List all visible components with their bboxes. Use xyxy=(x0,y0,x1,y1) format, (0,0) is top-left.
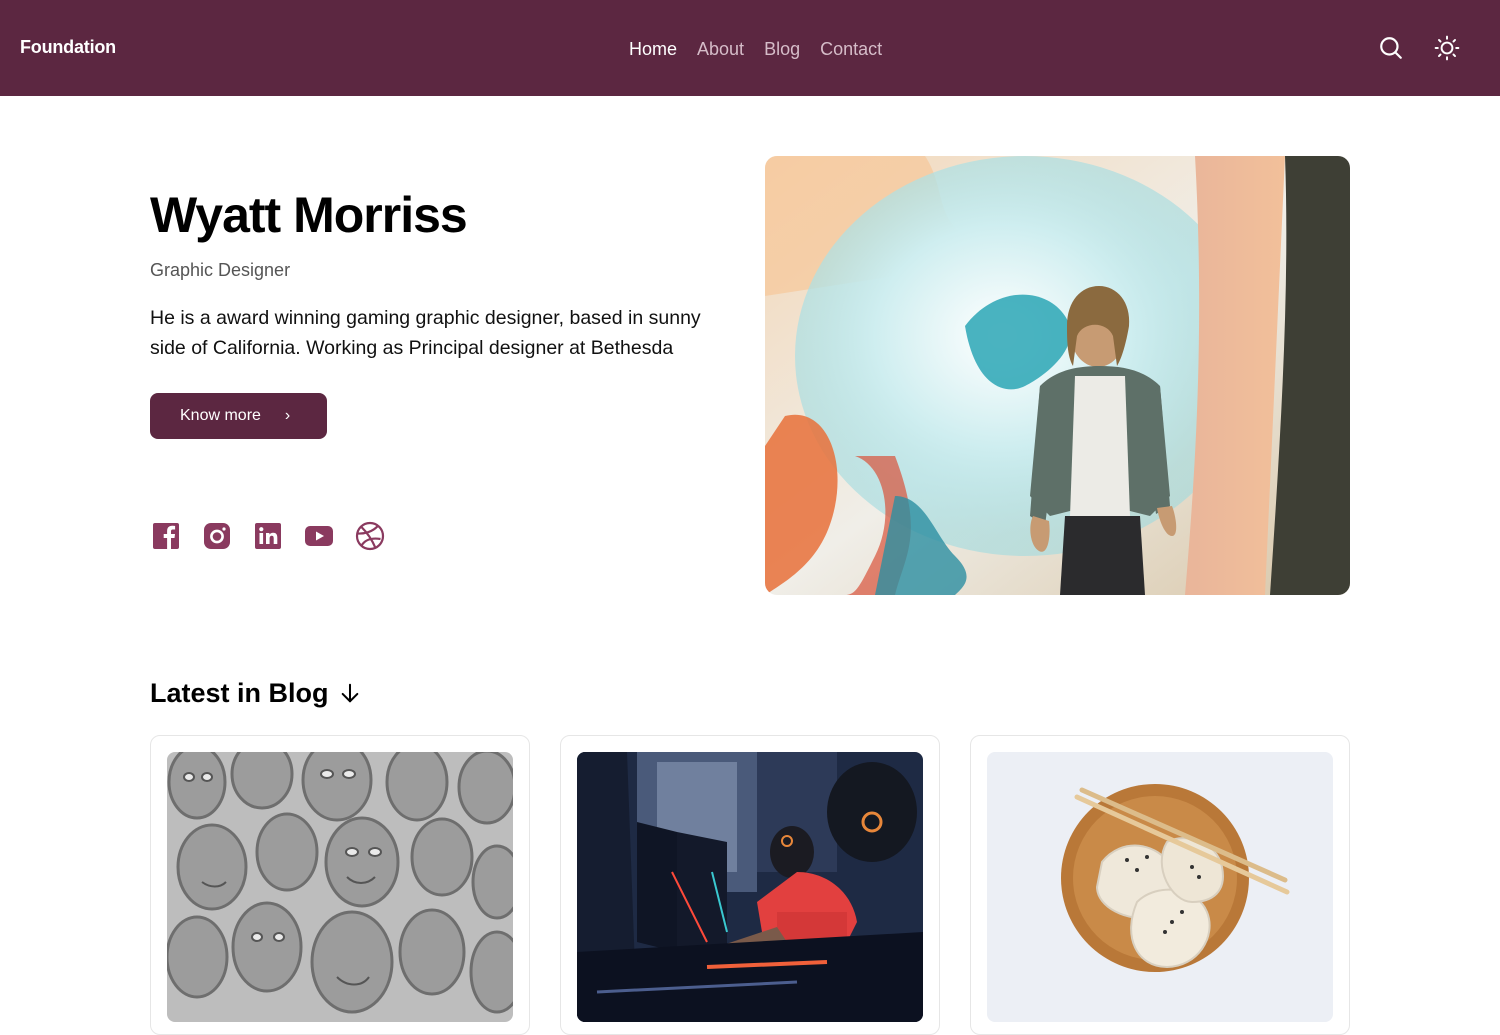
sun-icon[interactable] xyxy=(1433,34,1461,62)
site-header: Foundation Home About Blog Contact xyxy=(0,0,1500,96)
hero-name: Wyatt Morriss xyxy=(150,187,468,243)
hero-role: Graphic Designer xyxy=(150,260,291,280)
facebook-icon[interactable] xyxy=(150,519,182,553)
blog-card-image xyxy=(167,752,513,1022)
know-more-label: Know more xyxy=(180,407,261,424)
social-links xyxy=(150,519,386,553)
blog-heading: Latest in Blog xyxy=(150,676,361,710)
linkedin-icon[interactable] xyxy=(252,519,284,553)
blog-card[interactable] xyxy=(970,735,1350,1035)
blog-heading-text: Latest in Blog xyxy=(150,678,329,708)
blog-card[interactable] xyxy=(150,735,530,1035)
know-more-button[interactable]: Know more › xyxy=(150,393,327,439)
nav-contact[interactable]: Contact xyxy=(820,38,882,60)
youtube-icon[interactable] xyxy=(303,519,335,553)
search-icon[interactable] xyxy=(1377,34,1405,62)
main-nav: Home About Blog Contact xyxy=(629,38,882,60)
blog-card[interactable] xyxy=(560,735,940,1035)
nav-home[interactable]: Home xyxy=(629,38,677,60)
brand-logo[interactable]: Foundation xyxy=(20,37,116,58)
instagram-icon[interactable] xyxy=(201,519,233,553)
dribbble-icon[interactable] xyxy=(354,519,386,553)
blog-card-image xyxy=(577,752,923,1022)
nav-about[interactable]: About xyxy=(697,38,744,60)
chevron-right-icon: › xyxy=(284,407,291,424)
hero-photo xyxy=(765,156,1350,595)
nav-blog[interactable]: Blog xyxy=(764,38,800,60)
hero-bio: He is a award winning gaming graphic des… xyxy=(150,307,701,359)
blog-card-image xyxy=(987,752,1333,1022)
arrow-down-icon xyxy=(341,683,358,703)
